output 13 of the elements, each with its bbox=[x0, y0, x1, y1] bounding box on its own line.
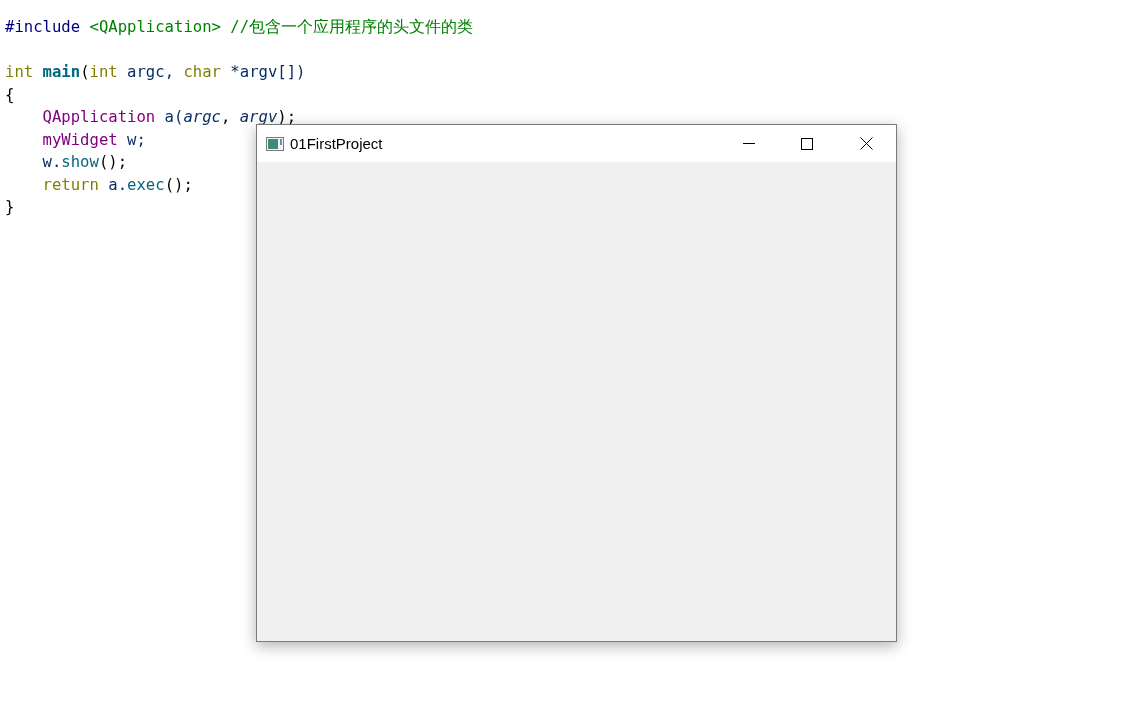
code-line: { bbox=[5, 84, 15, 106]
close-icon bbox=[859, 137, 873, 150]
code-line: return a.exec(); bbox=[42, 174, 193, 196]
code-line: myWidget w; bbox=[42, 129, 146, 151]
code-line: w.show(); bbox=[42, 152, 128, 173]
app-icon bbox=[266, 136, 284, 151]
code-line: #include <QApplication> //包含一个应用程序的头文件的类 bbox=[5, 17, 474, 38]
code-line: } bbox=[5, 197, 15, 218]
maximize-icon bbox=[801, 137, 813, 150]
window-title: 01FirstProject bbox=[290, 135, 384, 152]
code-line: QApplication a(argc, argv); bbox=[42, 107, 297, 128]
code-line: int main(int argc, char *argv[]) bbox=[5, 62, 306, 83]
minimize-icon bbox=[743, 142, 755, 145]
